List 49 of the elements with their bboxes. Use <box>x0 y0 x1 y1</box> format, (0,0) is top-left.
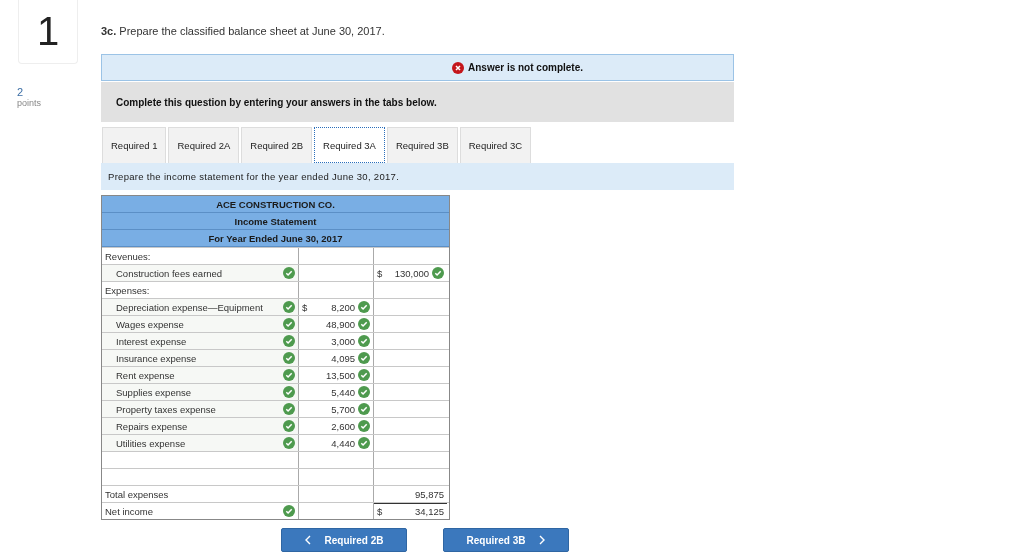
amount-value: 4,095 <box>331 352 355 364</box>
previous-button[interactable]: Required 2B <box>281 528 407 552</box>
currency-symbol: $ <box>302 301 308 313</box>
amount-value: 8,200 <box>331 301 355 313</box>
amount-value: 130,000 <box>394 267 429 279</box>
tab[interactable]: Required 1 <box>102 127 167 163</box>
status-message: Answer is not complete. <box>468 62 583 73</box>
account-label: Interest expense <box>116 335 188 347</box>
account-label: Property taxes expense <box>116 403 217 415</box>
next-button[interactable]: Required 3B <box>443 528 569 552</box>
amount-value: 2,600 <box>331 420 355 432</box>
account-label: Depreciation expense—Equipment <box>116 301 264 313</box>
account-label: Total expenses <box>105 488 170 500</box>
amount-value: 5,700 <box>331 403 355 415</box>
chevron-left-icon <box>304 535 311 545</box>
tab[interactable]: Required 3B <box>386 127 458 163</box>
account-label: Rent expense <box>116 369 176 381</box>
account-label: Insurance expense <box>116 352 198 364</box>
amount-value: 48,900 <box>325 318 355 330</box>
account-label: Net income <box>105 505 155 517</box>
statement-header: For Year Ended June 30, 2017 <box>102 230 449 247</box>
amount-value: 3,000 <box>331 335 355 347</box>
tab-instructions: Prepare the income statement for the year ended June 30, 2017. <box>101 163 734 190</box>
currency-symbol: $ <box>377 267 383 279</box>
tab[interactable]: Required 2B <box>241 127 313 163</box>
points-value: 2 <box>17 86 25 98</box>
account-label: Utilities expense <box>116 437 187 449</box>
question-number: 1 <box>18 0 78 64</box>
statement-header: ACE CONSTRUCTION CO. <box>102 196 449 213</box>
amount-value: 95,875 <box>414 488 444 500</box>
tab[interactable]: Required 2A <box>168 127 240 163</box>
amount-value: 4,440 <box>331 437 355 449</box>
account-label: Supplies expense <box>116 386 192 398</box>
account-label: Expenses: <box>105 284 151 296</box>
amount-value: 13,500 <box>325 369 355 381</box>
tab[interactable]: Required 3A <box>314 127 385 163</box>
amount-value: 34,125 <box>414 506 444 517</box>
account-label: Repairs expense <box>116 420 189 432</box>
statement-header: Income Statement <box>102 213 449 230</box>
points-label: points <box>17 98 43 108</box>
chevron-right-icon <box>539 535 546 545</box>
currency-symbol: $ <box>377 506 383 517</box>
instructions-banner: Complete this question by entering your answers in the tabs below. <box>101 82 734 122</box>
account-label: Construction fees earned <box>116 267 224 279</box>
account-label: Wages expense <box>116 318 185 330</box>
question-prompt: 3c. Prepare the classified balance sheet at June 30, 2017. <box>101 25 386 39</box>
amount-value: 5,440 <box>331 386 355 398</box>
tab[interactable]: Required 3C <box>459 127 532 163</box>
account-label: Revenues: <box>105 250 152 262</box>
